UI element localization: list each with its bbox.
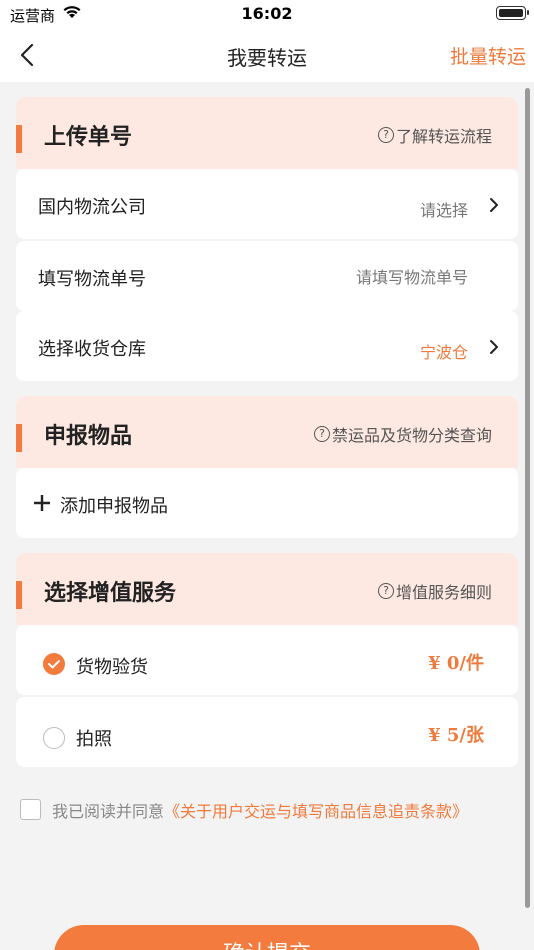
tracking-number-input[interactable] xyxy=(268,265,468,289)
help-label: 禁运品及货物分类查询 xyxy=(331,426,492,445)
help-label: 了解转运流程 xyxy=(395,127,492,146)
warehouse-value: 宁波仓 xyxy=(419,343,468,362)
transfer-process-help-link[interactable]: ? 了解转运流程 xyxy=(377,123,492,147)
service-details-help-link[interactable]: ? 增值服务细则 xyxy=(377,579,492,603)
service-price: ¥ 5/张 xyxy=(428,725,484,746)
status-bar: 运营商 16:02 xyxy=(0,0,534,28)
question-icon: ? xyxy=(377,583,394,599)
plus-icon xyxy=(34,495,50,511)
row-label: 填写物流单号 xyxy=(38,269,146,290)
service-section-header: 选择增值服务 ? 增值服务细则 xyxy=(16,553,518,625)
chevron-right-icon xyxy=(490,198,498,212)
agreement-checkbox[interactable] xyxy=(20,799,41,820)
logistics-company-row[interactable]: 国内物流公司 请选择 xyxy=(16,169,518,239)
agreement-row: 我已阅读并同意《关于用户交运与填写商品信息追责条款》 xyxy=(20,798,520,822)
upload-section-header: 上传单号 ? 了解转运流程 xyxy=(16,97,518,169)
section-title: 选择增值服务 xyxy=(44,581,177,606)
service-price: ¥ 0/件 xyxy=(428,653,484,674)
batch-transfer-button[interactable]: 批量转运 xyxy=(450,42,526,69)
submit-button[interactable]: 确认提交 xyxy=(54,925,480,950)
section-title: 上传单号 xyxy=(44,125,133,150)
scrollbar[interactable] xyxy=(525,88,530,908)
service-photo-row[interactable]: 拍照 ¥ 5/张 xyxy=(16,697,518,767)
checked-circle-icon[interactable] xyxy=(43,653,65,675)
help-label: 增值服务细则 xyxy=(395,583,492,602)
battery-icon xyxy=(496,6,529,20)
row-label: 选择收货仓库 xyxy=(38,339,146,360)
agreement-prefix: 我已阅读并同意 xyxy=(52,802,165,821)
prohibited-items-help-link[interactable]: ? 禁运品及货物分类查询 xyxy=(313,422,492,446)
warehouse-row[interactable]: 选择收货仓库 宁波仓 xyxy=(16,311,518,381)
clock: 16:02 xyxy=(241,4,293,23)
add-declared-item-row[interactable]: 添加申报物品 xyxy=(16,468,518,538)
service-label: 货物验货 xyxy=(76,657,148,678)
declare-section-header: 申报物品 ? 禁运品及货物分类查询 xyxy=(16,396,518,468)
chevron-right-icon xyxy=(490,340,498,354)
section-accent-bar xyxy=(16,424,22,452)
section-title: 申报物品 xyxy=(44,424,133,449)
company-select-value: 请选择 xyxy=(419,201,468,220)
add-item-label: 添加申报物品 xyxy=(60,496,168,517)
agreement-text: 我已阅读并同意《关于用户交运与填写商品信息追责条款》 xyxy=(52,798,468,822)
section-accent-bar xyxy=(16,125,22,153)
service-label: 拍照 xyxy=(76,729,112,750)
nav-bar: 我要转运 批量转运 xyxy=(0,28,534,82)
question-icon: ? xyxy=(313,426,330,442)
tracking-number-row: 填写物流单号 xyxy=(16,241,518,311)
question-icon: ? xyxy=(377,127,394,143)
service-inspection-row[interactable]: 货物验货 ¥ 0/件 xyxy=(16,625,518,695)
agreement-terms-link[interactable]: 《关于用户交运与填写商品信息追责条款》 xyxy=(164,802,468,821)
section-accent-bar xyxy=(16,581,22,609)
row-label: 国内物流公司 xyxy=(38,197,146,218)
unchecked-circle-icon[interactable] xyxy=(43,727,65,749)
